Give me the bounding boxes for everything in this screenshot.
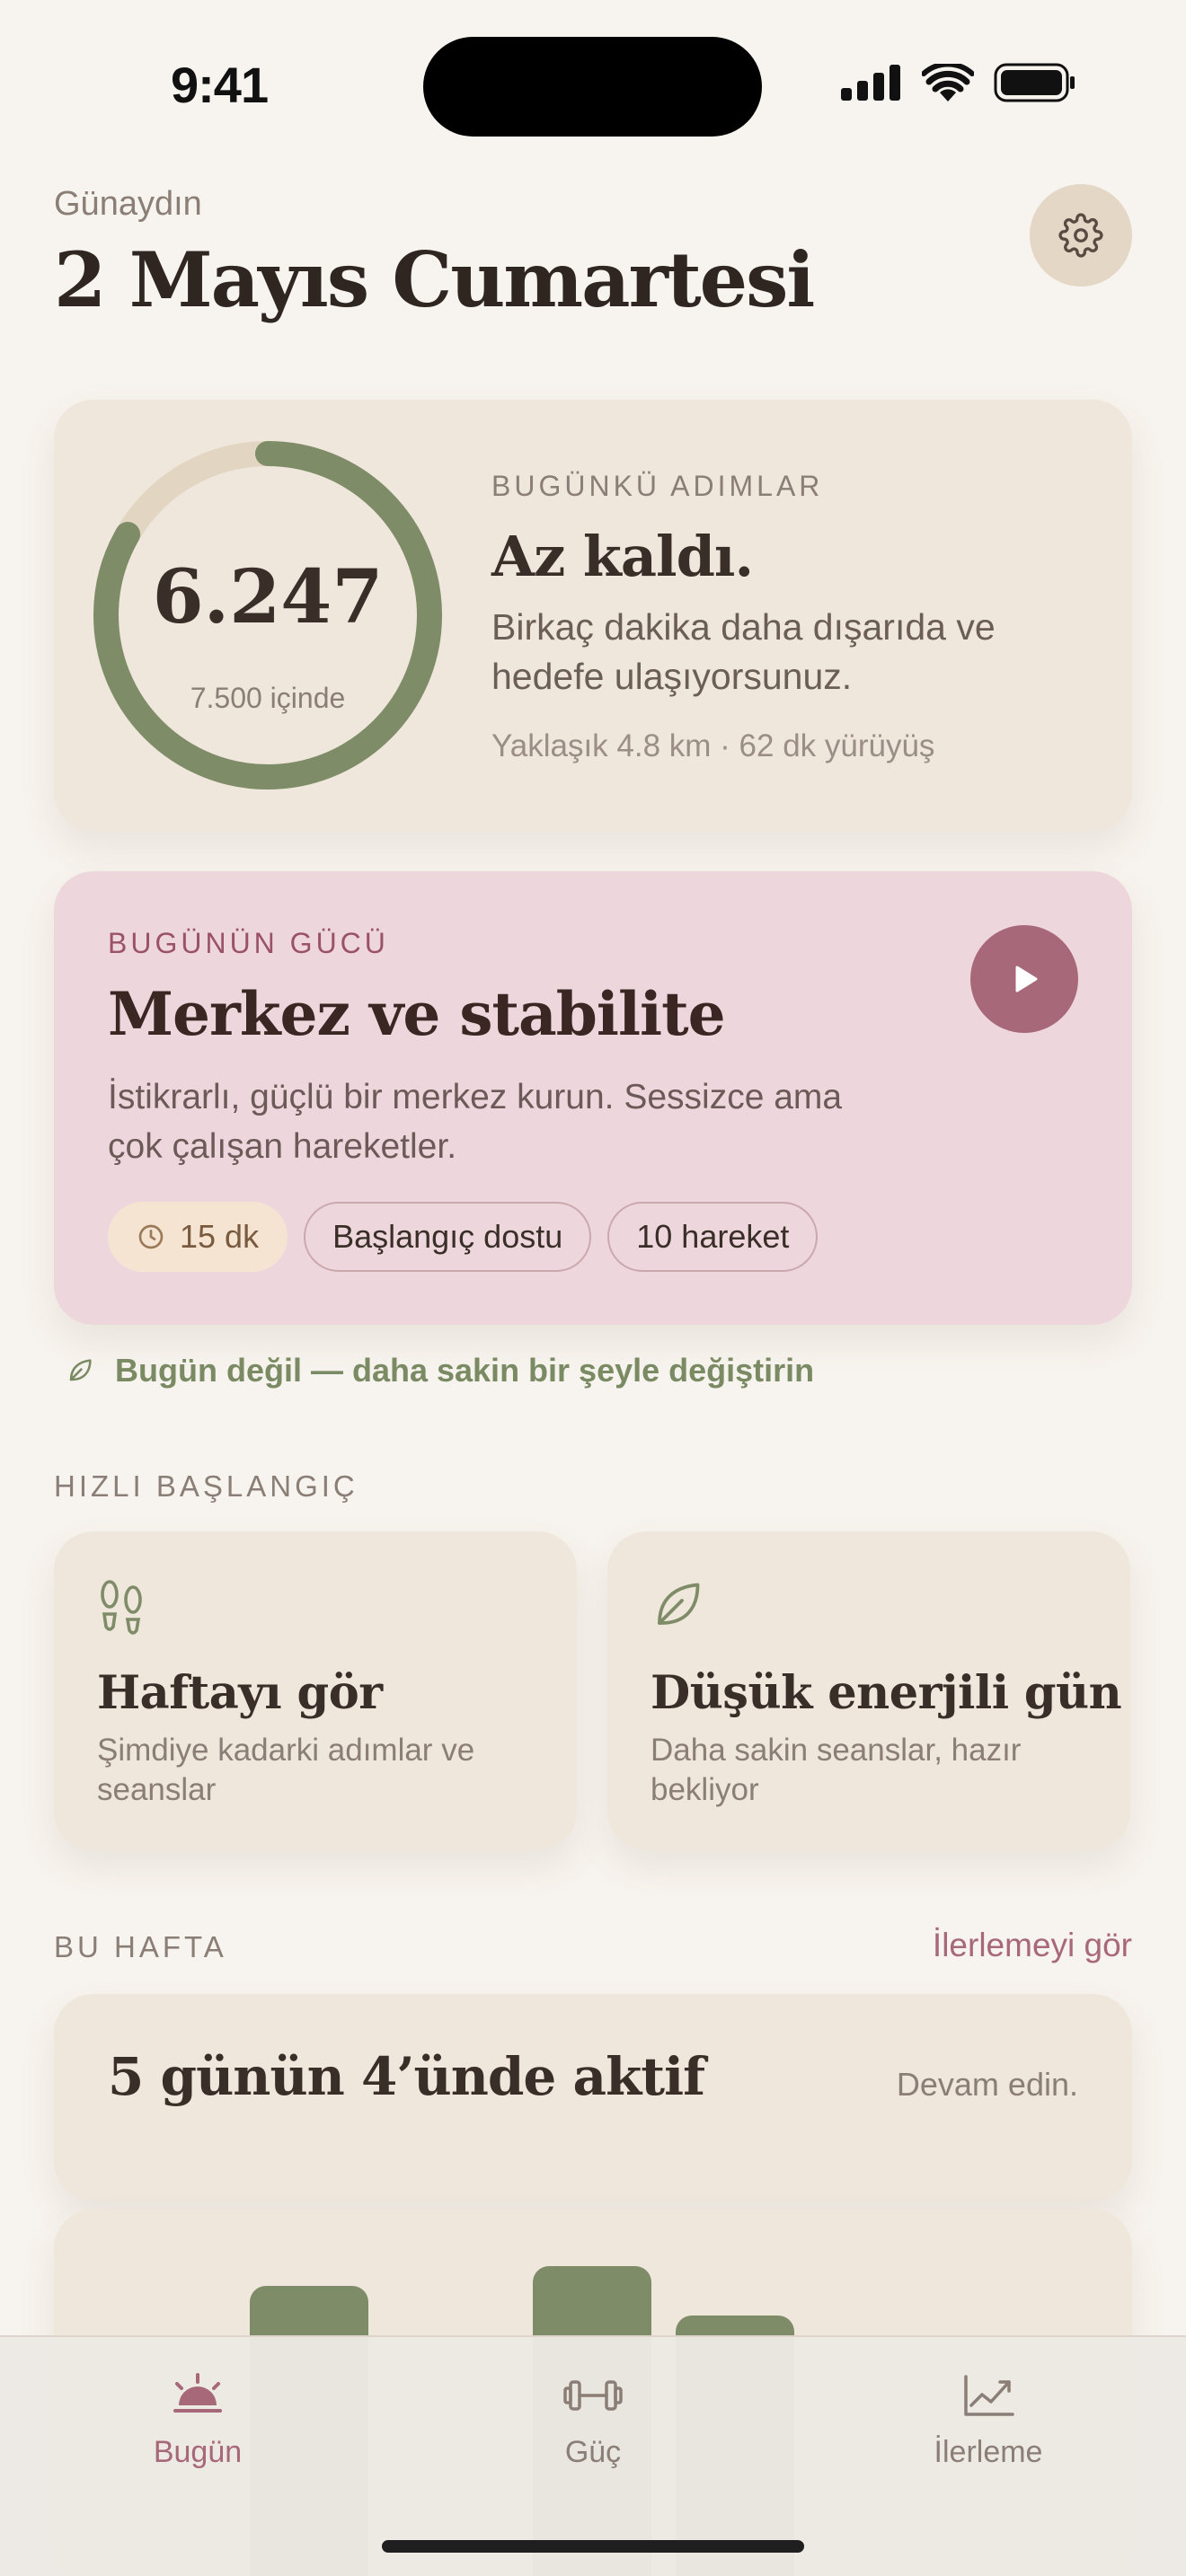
dumbbell-icon xyxy=(563,2380,623,2411)
duration-chip: 15 dk xyxy=(108,1202,288,1272)
play-icon xyxy=(1015,966,1038,992)
trend-chart-icon xyxy=(964,2375,1014,2416)
level-chip: Başlangıç dostu xyxy=(304,1202,592,1272)
view-progress-link[interactable]: İlerlemeyi gör xyxy=(933,1927,1132,1964)
status-time: 9:41 xyxy=(171,57,269,113)
status-bar: 9:41 xyxy=(0,0,1186,171)
steps-headline: Az kaldı. xyxy=(491,524,754,589)
strength-card[interactable]: BUGÜNÜN GÜCÜ Merkez ve stabilite İstikra… xyxy=(54,871,1132,1325)
quick-start-label: HIZLI BAŞLANGIÇ xyxy=(54,1469,358,1503)
gear-icon xyxy=(1058,213,1103,258)
steps-progress-ring: 6.247 7.500 içinde xyxy=(92,439,444,791)
leaf-icon xyxy=(658,1583,700,1625)
quick-card-subtitle: Şimdiye kadarki adımlar ve seanslar xyxy=(97,1733,475,1807)
status-icons xyxy=(841,63,1076,102)
tab-strength[interactable]: Güç xyxy=(458,2371,728,2470)
quick-card-low-energy[interactable]: Düşük enerjili gün Daha sakin seanslar, … xyxy=(607,1531,1130,1850)
quick-card-subtitle: Daha sakin seanslar, hazır bekliyor xyxy=(651,1733,1022,1807)
dynamic-island xyxy=(423,37,762,137)
tab-label: İlerleme xyxy=(934,2435,1043,2469)
footprints-icon xyxy=(101,1580,142,1635)
strength-chips: 15 dk Başlangıç dostu 10 hareket xyxy=(108,1202,819,1272)
tab-today[interactable]: Bugün xyxy=(63,2371,332,2470)
tab-label: Bugün xyxy=(153,2435,243,2469)
week-summary-note: Devam edin. xyxy=(896,2066,1078,2103)
cellular-signal-icon xyxy=(841,65,900,101)
steps-body: Birkaç dakika daha dışarıda ve hedefe ul… xyxy=(491,606,996,697)
page-title: 2 Mayıs Cumartesi xyxy=(54,235,815,324)
moves-chip: 10 hareket xyxy=(607,1202,819,1272)
wifi-icon xyxy=(922,64,974,101)
quick-card-title: Düşük enerjili gün xyxy=(651,1666,1122,1720)
strength-title: Merkez ve stabilite xyxy=(108,979,726,1049)
swap-link-label: Bugün değil — daha sakin bir şeyle değiş… xyxy=(115,1352,815,1389)
week-summary-card[interactable]: 5 günün 4’ünde aktif Devam edin. xyxy=(54,1994,1132,2201)
swap-session-link[interactable]: Bugün değil — daha sakin bir şeyle değiş… xyxy=(65,1352,814,1389)
leaf-icon xyxy=(69,1359,92,1381)
strength-eyebrow: BUGÜNÜN GÜCÜ xyxy=(108,927,389,959)
clock-icon xyxy=(138,1224,164,1249)
home-indicator xyxy=(382,2540,804,2553)
week-summary-title: 5 günün 4’ünde aktif xyxy=(108,2046,705,2107)
steps-meta: Yaklaşık 4.8 km · 62 dk yürüyüş xyxy=(491,728,935,763)
steps-eyebrow: BUGÜNKÜ ADIMLAR xyxy=(491,470,824,502)
quick-card-week[interactable]: Haftayı gör Şimdiye kadarki adımlar ve s… xyxy=(54,1531,577,1850)
greeting: Günaydın xyxy=(54,185,202,223)
steps-count: 6.247 xyxy=(152,554,384,640)
steps-goal: 7.500 içinde xyxy=(190,682,346,714)
sunrise-icon xyxy=(173,2373,222,2413)
duration-label: 15 dk xyxy=(180,1218,260,1255)
battery-icon xyxy=(994,63,1075,102)
tab-progress[interactable]: İlerleme xyxy=(854,2371,1123,2470)
quick-card-title: Haftayı gör xyxy=(97,1666,383,1720)
settings-button[interactable] xyxy=(1030,184,1132,287)
steps-card[interactable]: 6.247 7.500 içinde BUGÜNKÜ ADIMLAR Az ka… xyxy=(54,400,1132,831)
this-week-label: BU HAFTA xyxy=(54,1930,227,1963)
strength-description: İstikrarlı, güçlü bir merkez kurun. Sess… xyxy=(108,1078,843,1166)
tab-label: Güç xyxy=(564,2435,622,2469)
play-button[interactable] xyxy=(970,925,1078,1033)
